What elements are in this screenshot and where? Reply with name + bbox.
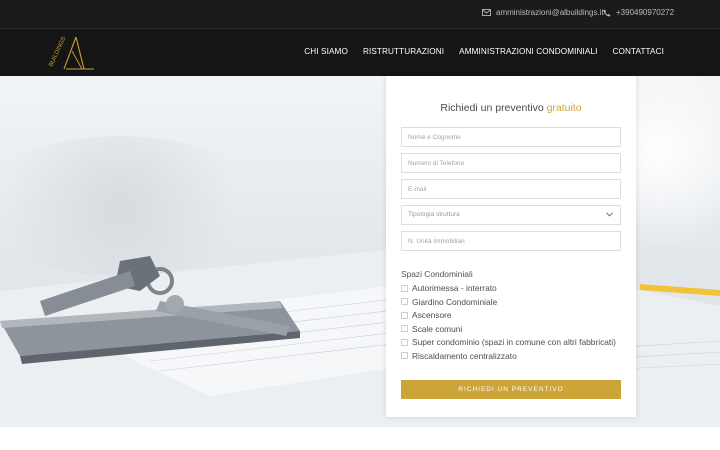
checkbox-box[interactable] <box>401 311 408 319</box>
submit-quote-button[interactable]: RICHIEDI UN PREVENTIVO <box>401 380 621 399</box>
checkbox-super-condominio[interactable]: Super condominio (spazi in comune con al… <box>401 337 616 347</box>
email-text[interactable]: amministrazioni@albuildings.it <box>496 8 604 17</box>
chevron-down-icon <box>606 212 613 217</box>
brand-logo[interactable]: BUILDINGS <box>48 35 98 73</box>
checkbox-label: Autorimessa - interrato <box>412 283 497 293</box>
units-field[interactable] <box>401 231 621 251</box>
form-title-prefix: Richiedi un preventivo <box>440 102 544 114</box>
email-field[interactable] <box>401 179 621 199</box>
phone-icon <box>603 9 611 16</box>
checkbox-autorimessa[interactable]: Autorimessa - interrato <box>401 283 497 293</box>
top-contact-bar: amministrazioni@albuildings.it +39049097… <box>0 0 720 29</box>
checkbox-ascensore[interactable]: Ascensore <box>401 310 452 320</box>
checkbox-label: Scale comuni <box>412 323 463 334</box>
form-title-accent: gratuito <box>546 102 582 114</box>
nav-ristrutturazioni[interactable]: RISTRUTTURAZIONI <box>363 47 444 56</box>
spaces-title: Spazi Condominiali <box>401 269 473 279</box>
phone-text[interactable]: +390490970272 <box>616 8 674 17</box>
envelope-icon <box>482 9 491 16</box>
checkbox-label: Super condominio (spazi in comune con al… <box>412 337 616 347</box>
checkbox-box[interactable] <box>401 325 408 332</box>
phone-field[interactable] <box>401 153 621 173</box>
nav-chi-siamo[interactable]: CHI SIAMO <box>304 47 348 56</box>
name-field[interactable] <box>401 127 621 147</box>
checkbox-box[interactable] <box>401 298 408 305</box>
primary-nav: CHI SIAMO RISTRUTTURAZIONI AMMINISTRAZIO… <box>304 47 664 56</box>
checkbox-box[interactable] <box>401 338 408 346</box>
phone-contact[interactable]: +390490970272 <box>603 8 674 17</box>
checkbox-giardino[interactable]: Giardino Condominiale <box>401 297 497 307</box>
nav-amministrazioni-condominiali[interactable]: AMMINISTRAZIONI CONDOMINIALI <box>459 47 597 56</box>
checkbox-scale-comuni[interactable]: Scale comuni <box>401 324 462 334</box>
checkbox-box[interactable] <box>401 352 408 359</box>
quote-request-form: Richiedi un preventivo gratuito Tipologi… <box>386 76 636 417</box>
nav-contattaci[interactable]: CONTATTACI <box>613 47 664 56</box>
logo-text: BUILDINGS <box>48 36 67 68</box>
checkbox-label: Giardino Condominiale <box>412 296 498 307</box>
checkbox-label: Ascensore <box>412 310 452 320</box>
structure-type-value: Tipologia struttura <box>408 211 460 218</box>
checkbox-riscaldamento[interactable]: Riscaldamento centralizzato <box>401 351 517 361</box>
checkbox-label: Riscaldamento centralizzato <box>412 350 517 361</box>
structure-type-select[interactable]: Tipologia struttura <box>401 205 621 225</box>
email-contact[interactable]: amministrazioni@albuildings.it <box>482 8 604 17</box>
checkbox-box[interactable] <box>401 284 408 292</box>
main-navbar: BUILDINGS CHI SIAMO RISTRUTTURAZIONI AMM… <box>0 29 720 76</box>
form-title: Richiedi un preventivo gratuito <box>386 102 636 114</box>
